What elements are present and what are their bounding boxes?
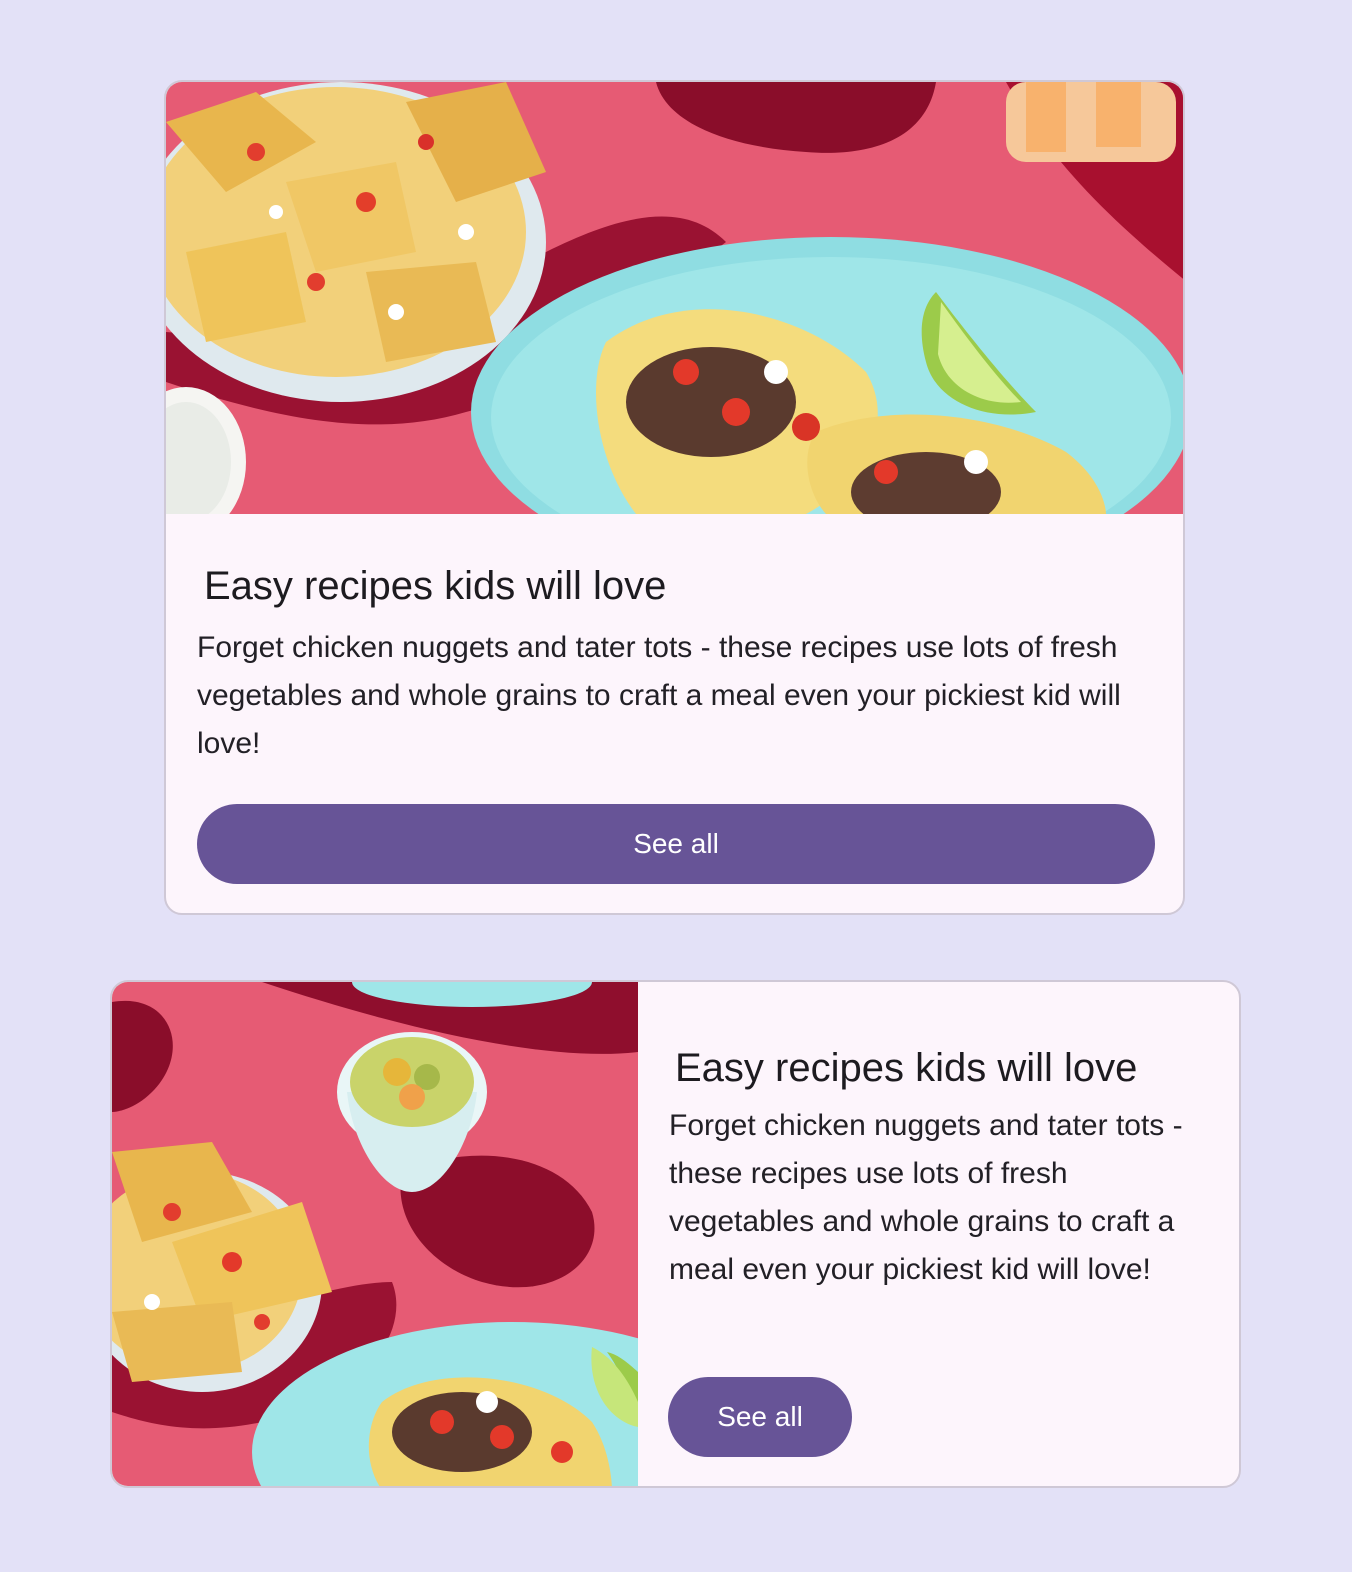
card-title: Easy recipes kids will love: [675, 1046, 1138, 1090]
card-description: Forget chicken nuggets and tater tots - …: [669, 1109, 1183, 1286]
see-all-button[interactable]: See all: [197, 804, 1155, 884]
card-title: Easy recipes kids will love: [204, 564, 667, 608]
recipe-card-vertical: Easy recipes kids will love Forget chick…: [164, 80, 1185, 915]
recipe-image: [112, 982, 638, 1486]
card-description: Forget chicken nuggets and tater tots - …: [197, 631, 1121, 760]
recipe-image: [166, 82, 1183, 514]
recipe-card-horizontal: Easy recipes kids will love Forget chick…: [110, 980, 1241, 1488]
see-all-button[interactable]: See all: [668, 1377, 852, 1457]
